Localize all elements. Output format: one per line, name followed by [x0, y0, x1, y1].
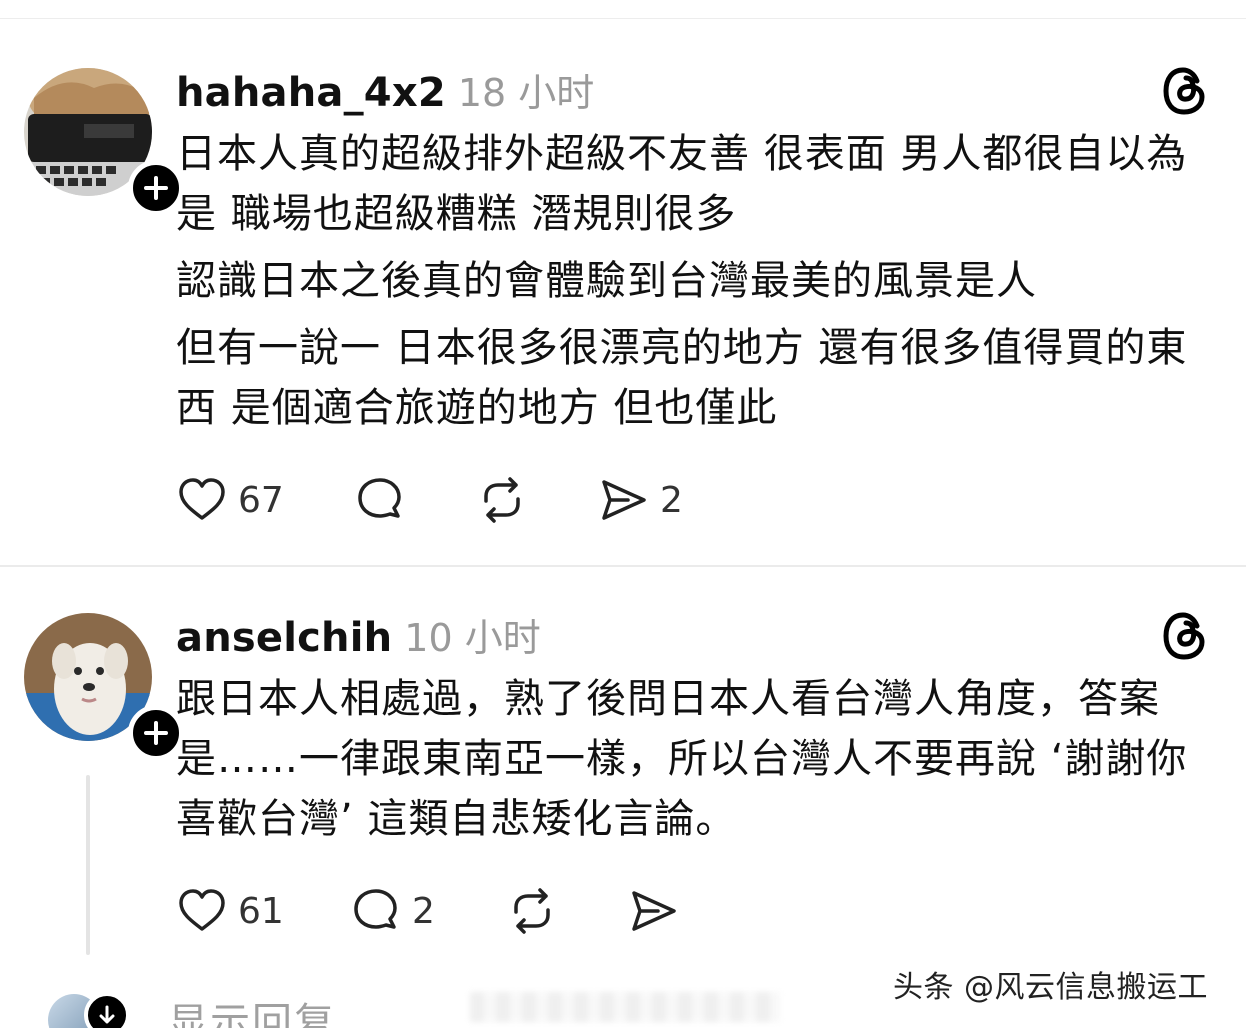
reply-count: 2: [412, 890, 435, 932]
post-text-line: 認識日本之後真的會體驗到台灣最美的風景是人: [176, 258, 1037, 304]
like-count: 61: [238, 890, 284, 932]
reply-button[interactable]: [354, 472, 416, 528]
arrow-down-icon: [99, 1005, 115, 1024]
heart-icon: [179, 889, 225, 931]
post-text-line: 但有一說一 日本很多很漂亮的地方 還有很多值得買的東西 是個適合旅遊的地方 但也…: [176, 325, 1188, 431]
top-divider: [0, 18, 1246, 19]
share-button[interactable]: 2: [598, 472, 683, 528]
timestamp: 18 小时: [457, 71, 595, 115]
blurred-content: [470, 992, 780, 1022]
avatar-wrap: [24, 613, 184, 761]
post-body: 日本人真的超級排外超級不友善 很表面 男人都很自以為是 職場也超級糟糕 潛規則很…: [176, 124, 1216, 438]
heart-icon: [179, 478, 225, 520]
post-header: hahaha_4x2 18 小时: [176, 62, 594, 116]
like-button[interactable]: 61: [176, 883, 284, 939]
share-button[interactable]: [628, 883, 690, 939]
comment-bubble-icon: [354, 889, 397, 929]
send-icon: [632, 891, 676, 931]
repost-button[interactable]: [476, 472, 538, 528]
threads-logo-icon[interactable]: [1162, 66, 1208, 116]
repost-icon: [484, 477, 520, 523]
watermark: 头条 @风云信息搬运工: [893, 970, 1209, 1005]
post-body: 跟日本人相處過，熟了後問日本人看台灣人角度，答案是……一律跟東南亞一樣，所以台灣…: [176, 669, 1216, 849]
share-count: 2: [660, 479, 683, 521]
post-header: anselchih 10 小时: [176, 607, 541, 661]
post-text-line: 跟日本人相處過，熟了後問日本人看台灣人角度，答案是……一律跟東南亞一樣，所以台灣…: [176, 676, 1188, 842]
repost-icon: [514, 888, 550, 934]
show-replies-link[interactable]: 显示回复: [168, 990, 336, 1028]
timestamp: 10 小时: [404, 616, 541, 660]
username[interactable]: anselchih: [176, 615, 392, 661]
reply-button[interactable]: 2: [350, 883, 435, 939]
like-button[interactable]: 67: [176, 472, 284, 528]
send-icon: [602, 480, 646, 520]
post-text-line: 日本人真的超級排外超級不友善 很表面 男人都很自以為是 職場也超級糟糕 潛規則很…: [176, 131, 1188, 237]
threads-logo-icon[interactable]: [1162, 611, 1208, 661]
threads-feed: hahaha_4x2 18 小时 日本人真的超級排外超級不友善 很表面 男人都很…: [0, 0, 1246, 1028]
username[interactable]: hahaha_4x2: [176, 70, 446, 116]
repost-button[interactable]: [506, 883, 568, 939]
plus-icon: [144, 176, 168, 200]
like-count: 67: [238, 479, 284, 521]
expand-badge[interactable]: [84, 992, 130, 1028]
post-divider: [0, 565, 1246, 567]
comment-bubble-icon: [358, 478, 401, 518]
plus-icon: [144, 721, 168, 745]
avatar-wrap: [24, 68, 184, 216]
thread-line: [86, 775, 90, 955]
